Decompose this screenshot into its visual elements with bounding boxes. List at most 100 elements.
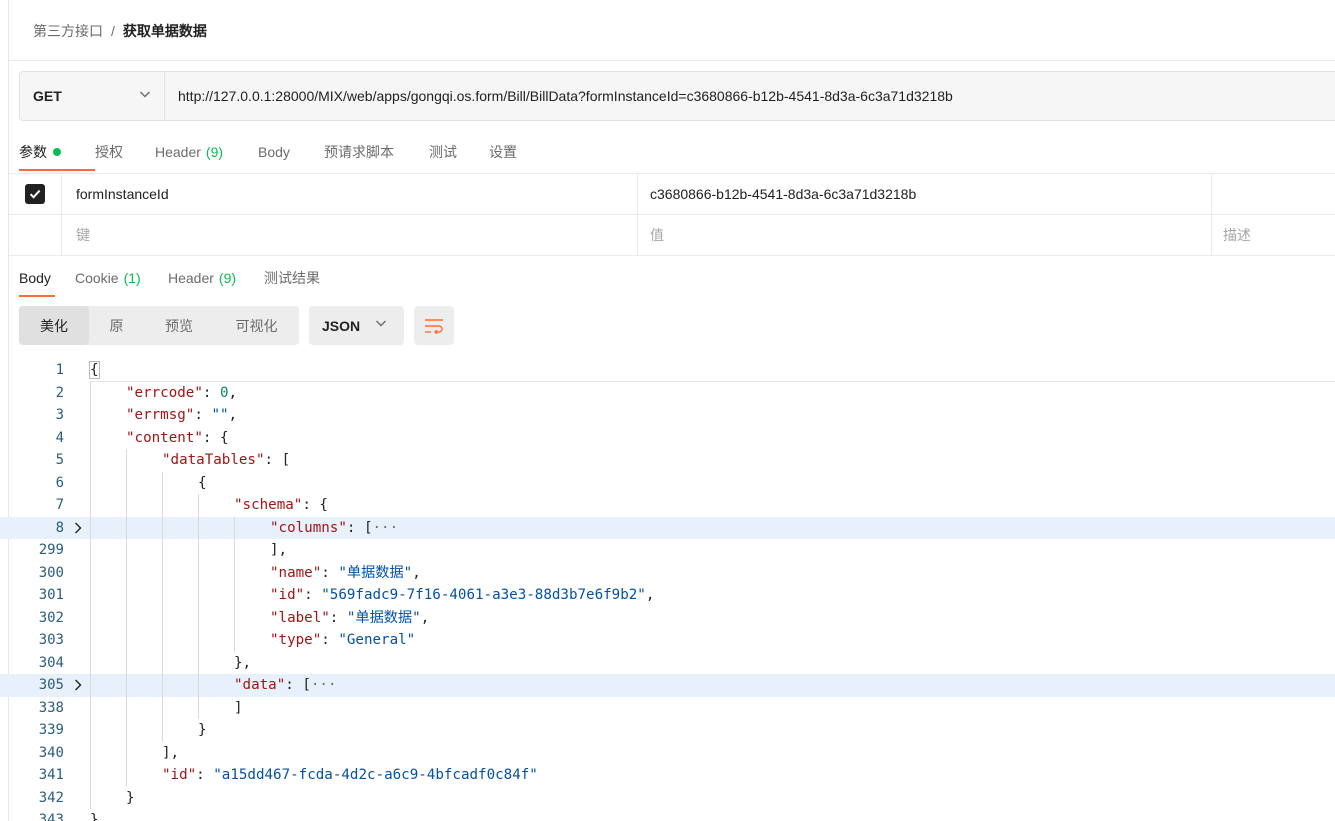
tab-label: 预请求脚本 [324,144,394,160]
row-checkbox[interactable] [25,184,45,204]
code-token: 0 [219,384,229,401]
code-token: "data" [234,677,286,693]
line-number: 340 [38,744,64,761]
param-value-field[interactable]: c3680866-b12b-4541-8d3a-6c3a71d3218b [638,174,1212,214]
code-line: 1{ [0,359,1335,382]
code-text: } [198,719,207,742]
code-text: "id": "a15dd467-fcda-4d2c-a6c9-4bfcadf0c… [162,764,538,787]
code-token: }, [234,654,252,671]
view-mode-raw[interactable]: 原 [89,306,144,345]
indent-guide [126,449,127,787]
param-description-field[interactable] [1212,174,1335,214]
code-token: ], [270,542,288,558]
table-row: 键 值 描述 [9,215,1335,256]
breadcrumb: 第三方接口 / 获取单据数据 [33,20,207,42]
line-number: 2 [55,384,64,401]
code-token: { [198,474,207,491]
tab-response-body[interactable]: Body [19,259,55,297]
code-line: 4 "content": { [0,427,1335,450]
line-number: 299 [38,542,64,558]
line-number: 304 [38,654,64,671]
tab-label: Body [19,270,51,286]
code-token: ··· [310,677,337,693]
indent-guide [198,494,199,719]
param-key-field[interactable]: formInstanceId [62,174,638,214]
tab-headers[interactable]: Header (9) [155,133,258,171]
code-token: "id" [270,587,305,603]
tab-label: 测试 [429,144,457,160]
view-mode-pretty[interactable]: 美化 [19,306,89,345]
request-tabs: 参数 授权 Header (9) Body 预请求脚本 测试 设置 [19,133,539,171]
tab-label: Header [168,270,214,286]
new-key-field[interactable]: 键 [62,215,638,255]
breadcrumb-parent[interactable]: 第三方接口 [33,21,103,41]
code-token: : [196,767,214,783]
new-value-field[interactable]: 值 [638,215,1212,255]
code-token: } [90,812,99,821]
code-token: ] [234,699,243,716]
tab-body[interactable]: Body [258,133,324,171]
code-token: "schema" [234,497,303,513]
params-status-dot [53,148,61,156]
tab-label: 参数 [19,144,47,160]
new-description-field[interactable]: 描述 [1212,215,1335,255]
response-body-viewer[interactable]: 1{2 "errcode": 0, 3 "errmsg": "", 4 "content"… [0,359,1335,821]
code-token: : [304,587,322,603]
tab-test-results[interactable]: 测试结果 [244,259,324,297]
line-number: 342 [38,789,64,806]
code-line: 2 "errcode": 0, [0,382,1335,405]
line-number: 303 [38,632,64,648]
code-text: "content": { [126,427,229,450]
method-select[interactable]: GET [20,72,165,120]
row-checkbox-cell [9,174,62,214]
line-number: 343 [38,812,64,821]
code-text: "id": "569fadc9-7f16-4061-a3e3-88d3b7e6f… [270,584,654,607]
line-number: 341 [38,767,64,783]
code-text: "schema": { [234,494,328,517]
code-text: ] [234,697,243,720]
code-token: : { [202,429,229,446]
code-token: , [420,609,430,626]
view-mode-visualize[interactable]: 可视化 [214,306,299,345]
code-token: : [329,609,347,626]
view-mode-preview[interactable]: 预览 [144,306,214,345]
wrap-lines-button[interactable] [414,306,454,345]
chevron-right-icon[interactable] [72,522,84,534]
tab-count: (9) [205,144,224,160]
code-token: "a15dd467-fcda-4d2c-a6c9-4bfcadf0c84f" [213,767,538,783]
code-token: "name" [270,564,322,581]
tab-cookies[interactable]: Cookie (1) [55,259,147,297]
code-line: 305 "data": [··· [0,674,1335,697]
line-number: 302 [38,609,64,626]
tab-settings[interactable]: 设置 [489,133,539,171]
tab-response-headers[interactable]: Header (9) [147,259,244,297]
code-line: 302 "label": "单据数据", [0,607,1335,630]
code-line: 342} [0,787,1335,810]
code-token: "errcode" [126,384,203,401]
code-text: "data": [··· [234,674,337,697]
tab-params[interactable]: 参数 [19,133,95,171]
tab-count: (9) [218,270,237,286]
chevron-right-icon[interactable] [72,679,84,691]
code-token: ··· [372,519,399,536]
code-token: ], [162,744,180,761]
tab-auth[interactable]: 授权 [95,133,155,171]
code-token: "General" [338,632,416,648]
code-token: : [321,632,339,648]
code-text: "label": "单据数据", [270,607,429,630]
code-line: 5 "dataTables": [ [0,449,1335,472]
code-text: { [198,472,207,495]
line-number: 5 [55,452,64,468]
code-token: , [645,587,655,603]
tab-pre-request-script[interactable]: 预请求脚本 [324,133,429,171]
tab-label: 设置 [489,144,517,160]
breadcrumb-current[interactable]: 获取单据数据 [123,21,207,41]
format-label: JSON [322,317,361,334]
tab-label: Cookie [75,270,119,286]
code-token: { [89,361,100,379]
format-select[interactable]: JSON [309,306,404,345]
tab-tests[interactable]: 测试 [429,133,489,171]
code-text: "columns": [··· [270,517,398,540]
line-number: 1 [55,362,64,378]
url-input[interactable]: http://127.0.0.1:28000/MIX/web/apps/gong… [165,72,1335,120]
